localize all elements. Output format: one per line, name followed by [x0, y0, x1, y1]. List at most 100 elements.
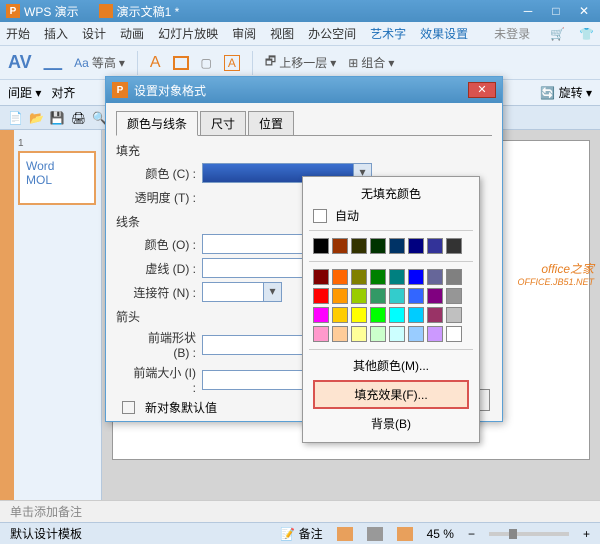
color-swatch[interactable]	[427, 288, 443, 304]
dialog-tabs: 颜色与线条 尺寸 位置	[116, 111, 492, 136]
spacing-button[interactable]: 间距 ▾	[8, 84, 41, 101]
label-connector: 连接符 (N) :	[130, 284, 196, 301]
color-swatch[interactable]	[351, 326, 367, 342]
color-swatch[interactable]	[313, 326, 329, 342]
bring-forward-button[interactable]: 🗗 上移一层 ▾	[265, 52, 336, 73]
tab-color-line[interactable]: 颜色与线条	[116, 111, 198, 136]
view-sorter[interactable]	[367, 527, 383, 541]
color-swatch[interactable]	[351, 307, 367, 323]
menu-start[interactable]: 开始	[6, 25, 30, 42]
color-swatch[interactable]	[332, 288, 348, 304]
view-normal[interactable]	[337, 527, 353, 541]
font-color-icon[interactable]: A	[150, 54, 161, 72]
color-swatch[interactable]	[427, 307, 443, 323]
menu-view[interactable]: 视图	[270, 25, 294, 42]
color-swatch[interactable]	[389, 288, 405, 304]
print-icon[interactable]: 🖨	[71, 111, 86, 125]
connector-select[interactable]: ▾	[202, 282, 282, 302]
text-box-icon[interactable]: A	[224, 55, 240, 71]
align-button[interactable]: 对齐	[51, 84, 75, 101]
color-swatch[interactable]	[370, 307, 386, 323]
app-name: WPS 演示	[24, 3, 79, 20]
zoom-out[interactable]: −	[468, 527, 475, 541]
open-icon[interactable]: 📂	[29, 111, 44, 125]
menu-insert[interactable]: 插入	[44, 25, 68, 42]
underline-icon[interactable]: ▁▁	[44, 56, 62, 70]
doc-title: 演示文稿1 *	[117, 3, 180, 20]
color-swatch[interactable]	[332, 238, 348, 254]
minimize-button[interactable]: ─	[518, 4, 538, 18]
menu-effects[interactable]: 效果设置	[420, 25, 468, 42]
group-button[interactable]: ⊞ 组合 ▾	[348, 54, 394, 71]
menu-wordart[interactable]: 艺术字	[370, 25, 406, 42]
color-swatch[interactable]	[446, 326, 462, 342]
title-bar: P WPS 演示 演示文稿1 * ─ □ ✕	[0, 0, 600, 22]
color-swatch[interactable]	[446, 269, 462, 285]
more-colors-option[interactable]: 其他颜色(M)...	[309, 353, 473, 378]
close-button[interactable]: ✕	[574, 4, 594, 18]
color-swatch[interactable]	[351, 288, 367, 304]
color-swatch[interactable]	[408, 238, 424, 254]
zoom-in[interactable]: +	[583, 527, 590, 541]
color-swatch[interactable]	[313, 307, 329, 323]
menu-slideshow[interactable]: 幻灯片放映	[158, 25, 218, 42]
color-swatch[interactable]	[389, 307, 405, 323]
color-swatch[interactable]	[446, 238, 462, 254]
fill-effects-option[interactable]: 填充效果(F)...	[313, 380, 469, 409]
maximize-button[interactable]: □	[546, 4, 566, 18]
color-swatch[interactable]	[427, 238, 443, 254]
auto-color-option[interactable]: 自动	[309, 204, 473, 227]
color-swatch[interactable]	[313, 269, 329, 285]
menu-review[interactable]: 审阅	[232, 25, 256, 42]
save-icon[interactable]: 💾	[50, 111, 65, 125]
color-swatch[interactable]	[332, 269, 348, 285]
color-swatch[interactable]	[351, 238, 367, 254]
view-slideshow[interactable]	[397, 527, 413, 541]
color-swatch[interactable]	[313, 288, 329, 304]
color-swatch[interactable]	[389, 326, 405, 342]
menu-workspace[interactable]: 办公空间	[308, 25, 356, 42]
color-swatch[interactable]	[446, 288, 462, 304]
menu-design[interactable]: 设计	[82, 25, 106, 42]
menu-animation[interactable]: 动画	[120, 25, 144, 42]
color-swatch[interactable]	[351, 269, 367, 285]
background-option[interactable]: 背景(B)	[309, 411, 473, 436]
dialog-close-button[interactable]: ✕	[468, 82, 496, 98]
color-swatch[interactable]	[370, 326, 386, 342]
new-icon[interactable]: 📄	[8, 111, 23, 125]
notes-pane[interactable]: 单击添加备注	[0, 500, 600, 522]
color-swatch[interactable]	[389, 269, 405, 285]
label-dash: 虚线 (D) :	[130, 260, 196, 277]
color-swatch[interactable]	[408, 307, 424, 323]
skin-icon[interactable]: 👕	[579, 27, 594, 41]
color-swatch[interactable]	[332, 307, 348, 323]
outline-icon[interactable]	[173, 56, 189, 70]
color-swatch[interactable]	[427, 326, 443, 342]
color-swatch[interactable]	[370, 288, 386, 304]
color-swatch[interactable]	[408, 288, 424, 304]
default-checkbox[interactable]	[122, 401, 135, 414]
color-swatch[interactable]	[313, 238, 329, 254]
no-fill-option[interactable]: 无填充颜色	[309, 183, 473, 204]
rotate-button[interactable]: 🔄 旋转 ▾	[540, 84, 592, 101]
color-swatch[interactable]	[389, 238, 405, 254]
color-swatch[interactable]	[427, 269, 443, 285]
color-swatch[interactable]	[408, 326, 424, 342]
color-swatch[interactable]	[370, 269, 386, 285]
tab-position[interactable]: 位置	[248, 111, 294, 136]
color-swatch[interactable]	[370, 238, 386, 254]
notes-toggle[interactable]: 📝 备注	[280, 525, 322, 542]
login-link[interactable]: 未登录	[494, 25, 530, 42]
dialog-titlebar[interactable]: P 设置对象格式 ✕	[106, 77, 502, 103]
equal-height-button[interactable]: Aa等高 ▾	[74, 54, 125, 71]
tab-size[interactable]: 尺寸	[200, 111, 246, 136]
color-swatch[interactable]	[446, 307, 462, 323]
color-swatch[interactable]	[332, 326, 348, 342]
color-swatch[interactable]	[408, 269, 424, 285]
slide-thumbnail[interactable]: Word MOL	[18, 151, 96, 205]
cart-icon[interactable]: 🛒	[550, 27, 565, 41]
shadow-icon[interactable]: ▢	[201, 56, 212, 70]
wordart-style-icon[interactable]: AV	[8, 52, 32, 73]
zoom-slider[interactable]	[489, 532, 569, 536]
left-rail[interactable]	[0, 130, 14, 500]
